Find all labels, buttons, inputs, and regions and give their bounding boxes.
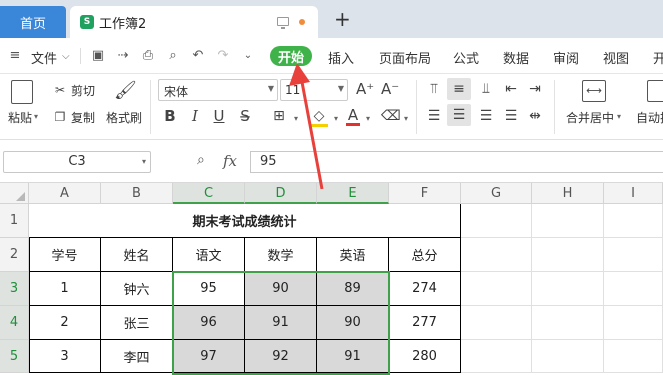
annotation-arrow (289, 63, 324, 190)
arrow-head (289, 63, 310, 86)
arrow-shaft (300, 81, 324, 190)
